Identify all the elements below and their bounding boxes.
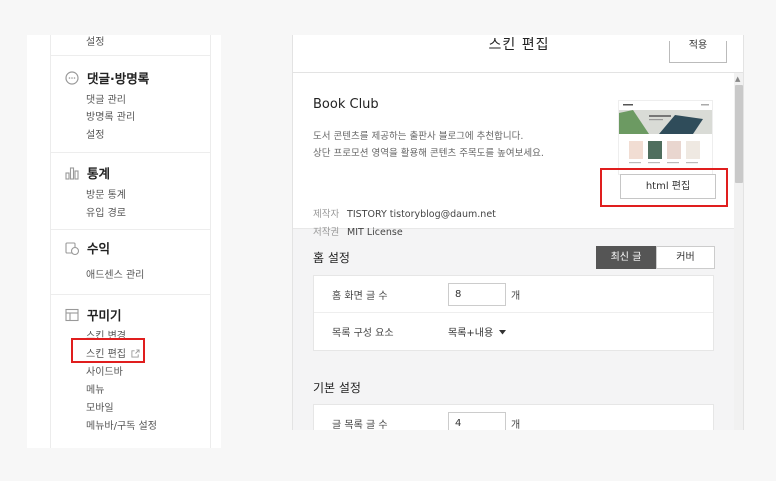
list-post-count-input[interactable]: 4 (448, 412, 506, 430)
skin-license-row: 저작권 MIT License (313, 224, 403, 238)
sidebar-item-adsense[interactable]: 애드센스 관리 (86, 266, 144, 281)
comments-section-title[interactable]: 댓글·방명록 (64, 68, 149, 87)
revenue-section-title[interactable]: 수익 (64, 238, 110, 257)
comments-title-text: 댓글·방명록 (87, 71, 150, 86)
decor-title-text: 꾸미기 (87, 308, 122, 323)
skin-preview-image (619, 101, 712, 174)
panel-header: 스킨 편집 적용 (293, 35, 743, 73)
home-post-count-input[interactable]: 8 (448, 283, 506, 306)
sidebar-menu: 설정 댓글·방명록 댓글 관리 방명록 관리 설정 통계 방문 통계 유입 경로 (50, 35, 211, 448)
skin-desc-line1: 도서 콘텐츠를 제공하는 출판사 블로그에 추천합니다. (313, 131, 524, 142)
list-elements-dropdown[interactable]: 목록+내용 (448, 324, 507, 339)
tab-cover[interactable]: 커버 (656, 246, 715, 269)
list-post-count-label: 글 목록 글 수 (332, 420, 388, 430)
sidebar-item-menu[interactable]: 메뉴 (86, 381, 104, 396)
stats-section-title[interactable]: 통계 (64, 163, 110, 182)
sidebar-item-settings[interactable]: 설정 (86, 35, 104, 48)
html-edit-highlight (600, 168, 728, 207)
stats-section: 통계 방문 통계 유입 경로 (51, 153, 210, 230)
home-post-count-unit: 개 (511, 291, 521, 302)
sidebar-item-comment-manage[interactable]: 댓글 관리 (86, 91, 126, 106)
stats-title-text: 통계 (87, 166, 111, 181)
sidebar-item-referrers[interactable]: 유입 경로 (86, 204, 126, 219)
list-elements-row: 목록 구성 요소 목록+내용 (314, 313, 713, 350)
sidebar-item-mobile[interactable]: 모바일 (86, 399, 114, 414)
home-post-count-row: 홈 화면 글 수 8 개 (314, 276, 713, 313)
decor-section-title[interactable]: 꾸미기 (64, 305, 122, 324)
basic-settings-title: 기본 설정 (313, 381, 361, 395)
sidebar-item-sidebar[interactable]: 사이드바 (86, 363, 123, 378)
home-post-count-label: 홈 화면 글 수 (332, 291, 388, 302)
license-label: 저작권 (313, 227, 340, 238)
list-post-count-unit: 개 (511, 420, 521, 430)
revenue-title-text: 수익 (87, 241, 111, 256)
home-settings-panel: 홈 화면 글 수 8 개 목록 구성 요소 목록+내용 (313, 275, 714, 351)
bar-chart-icon (64, 165, 80, 181)
decor-section: 꾸미기 스킨 변경 스킨 편집 사이드바 메뉴 모바일 메뉴바/구독 설정 (51, 295, 210, 448)
list-post-count-row: 글 목록 글 수 4 개 (314, 405, 713, 430)
skin-desc-line2: 상단 프로모션 영역을 활용해 콘텐츠 주목도를 높여보세요. (313, 148, 544, 159)
maker-label: 제작자 (313, 209, 340, 220)
sidebar-item-visit-stats[interactable]: 방문 통계 (86, 186, 126, 201)
tab-latest-posts[interactable]: 최신 글 (596, 246, 656, 269)
skin-edit-highlight (71, 338, 145, 363)
skin-name: Book Club (313, 97, 379, 112)
comment-bubble-icon (64, 70, 80, 86)
caret-down-icon (499, 330, 507, 335)
layout-icon (64, 307, 80, 323)
list-elements-value: 목록+내용 (448, 328, 494, 339)
home-settings-title: 홈 설정 (313, 251, 350, 265)
basic-settings-panel: 글 목록 글 수 4 개 (313, 404, 714, 430)
skin-edit-panel: 스킨 편집 적용 Book Club 도서 콘텐츠를 제공하는 출판사 블로그에… (292, 35, 744, 430)
scroll-up-arrow-icon[interactable]: ▲ (735, 75, 740, 83)
list-elements-label: 목록 구성 요소 (332, 328, 394, 339)
skin-description: 도서 콘텐츠를 제공하는 출판사 블로그에 추천합니다. 상단 프로모션 영역을… (313, 128, 544, 162)
license-value: MIT License (347, 227, 403, 238)
maker-value: TISTORY tistoryblog@daum.net (347, 209, 496, 220)
scrollbar-thumb[interactable] (735, 85, 743, 183)
coin-stack-icon (64, 240, 80, 256)
apply-button[interactable]: 적용 (669, 41, 727, 63)
sidebar: 설정 댓글·방명록 댓글 관리 방명록 관리 설정 통계 방문 통계 유입 경로 (27, 35, 221, 448)
sidebar-item-comment-settings[interactable]: 설정 (86, 126, 104, 141)
revenue-section: 수익 애드센스 관리 (51, 230, 210, 295)
settings-section-tail: 설정 (51, 35, 210, 56)
skin-thumbnail (618, 100, 713, 175)
comments-section: 댓글·방명록 댓글 관리 방명록 관리 설정 (51, 56, 210, 153)
skin-maker-row: 제작자 TISTORY tistoryblog@daum.net (313, 206, 496, 220)
sidebar-item-guestbook-manage[interactable]: 방명록 관리 (86, 108, 135, 123)
home-mode-tabs: 최신 글 커버 (596, 246, 715, 269)
sidebar-item-menubar-subscribe[interactable]: 메뉴바/구독 설정 (86, 417, 157, 432)
